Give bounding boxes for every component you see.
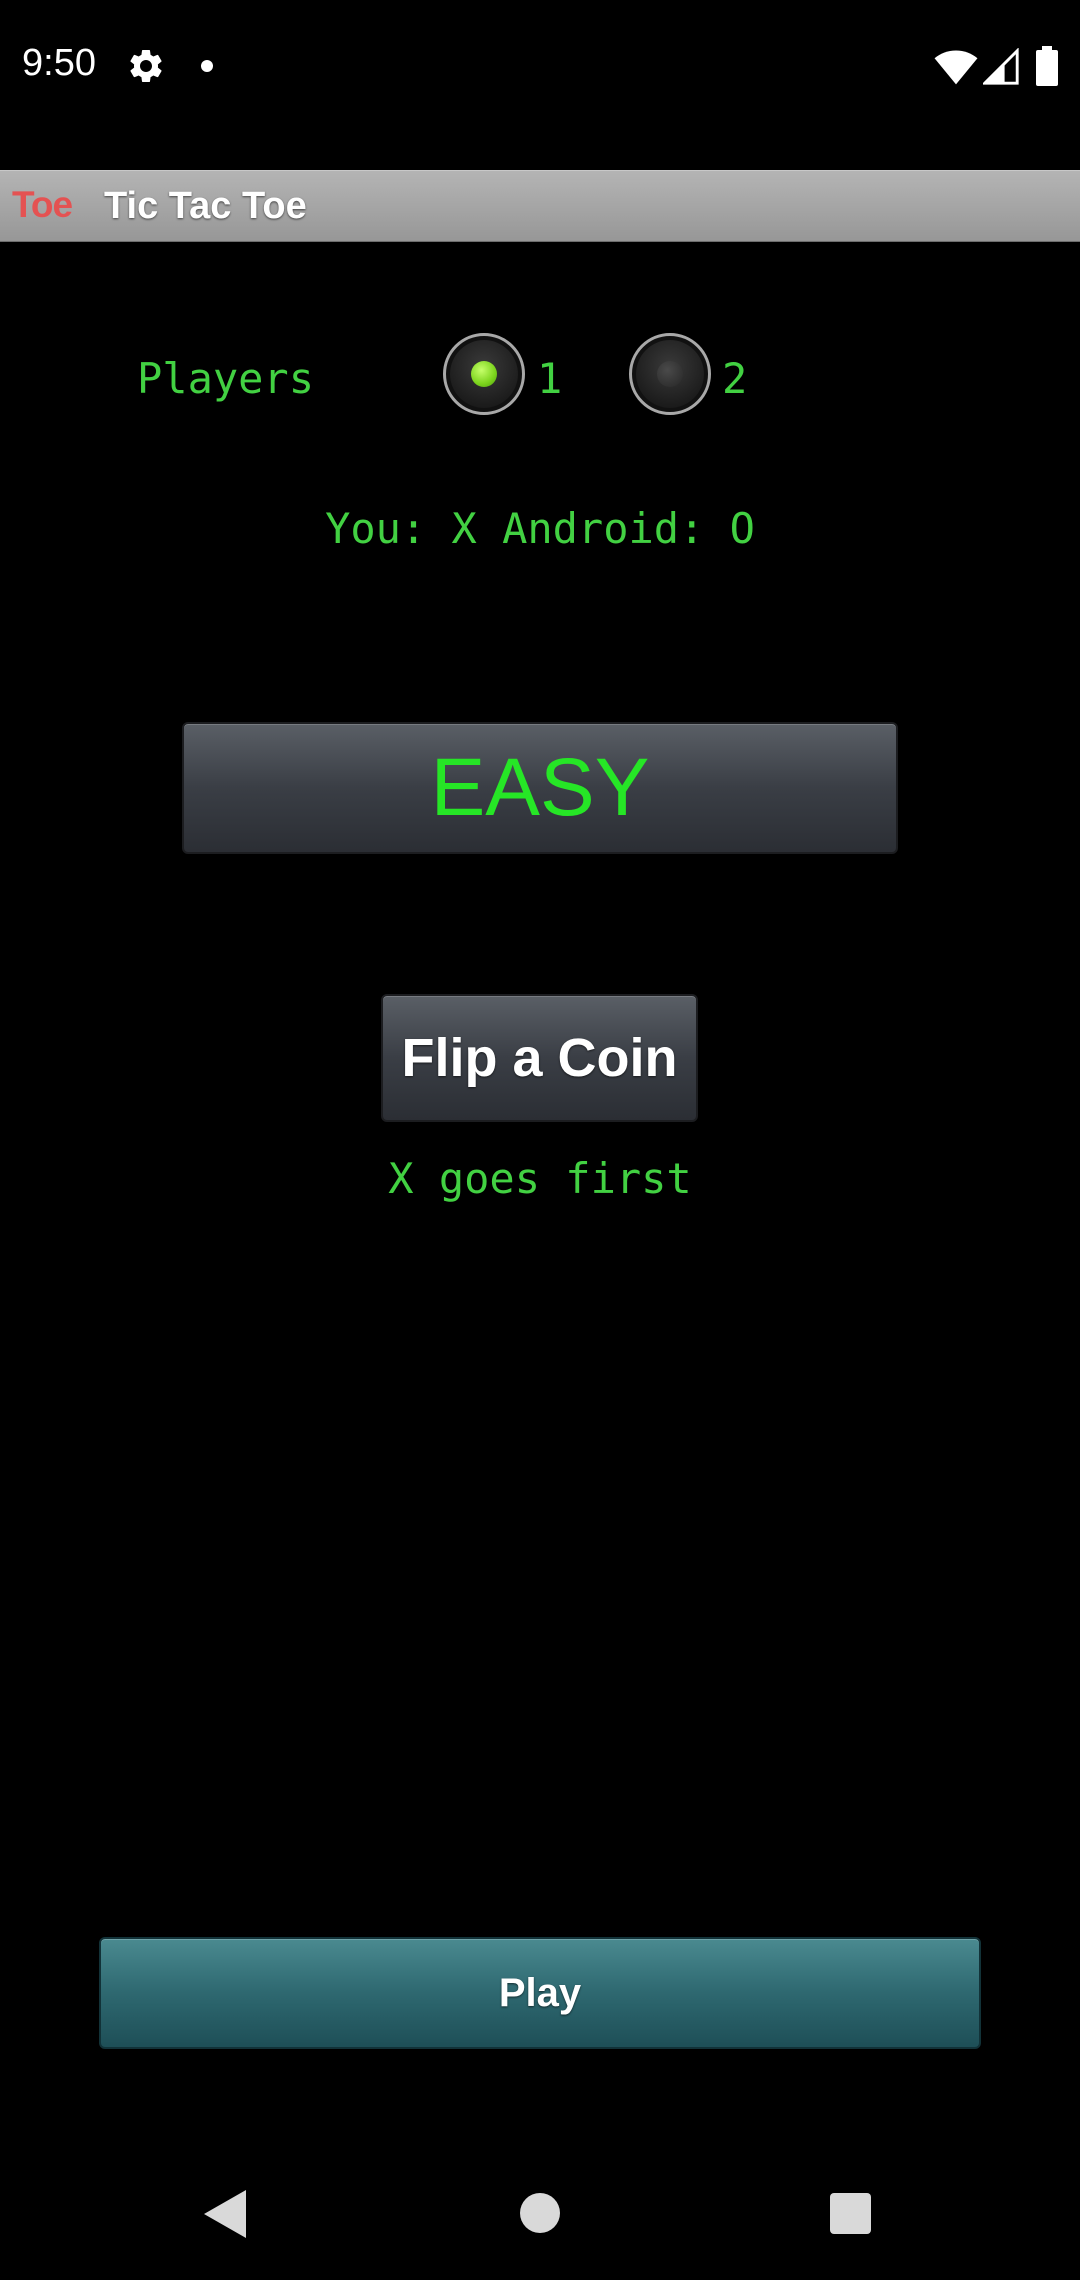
play-button[interactable]: Play	[99, 1937, 981, 2049]
flip-coin-button[interactable]: Flip a Coin	[381, 994, 698, 1122]
home-icon[interactable]	[520, 2193, 560, 2233]
players-2-radio[interactable]	[629, 333, 711, 415]
players-1-radio[interactable]	[443, 333, 525, 415]
gear-icon	[130, 49, 162, 82]
status-time: 9:50	[22, 42, 96, 84]
wifi-icon	[934, 50, 978, 85]
players-1-label[interactable]: 1	[537, 354, 562, 403]
matchup-text: You: X Android: O	[325, 504, 755, 553]
difficulty-button[interactable]: EASY	[182, 722, 898, 854]
recents-icon[interactable]	[830, 2193, 871, 2234]
title-bar: Toe Tic Tac Toe	[0, 170, 1080, 242]
back-icon[interactable]	[204, 2190, 246, 2238]
players-label: Players	[137, 354, 315, 403]
first-turn-text: X goes first	[388, 1154, 692, 1203]
players-2-label[interactable]: 2	[722, 354, 747, 403]
radio-selected-indicator	[471, 361, 497, 387]
app-logo: Toe	[12, 184, 73, 225]
battery-icon	[1036, 46, 1058, 86]
dot-icon	[201, 60, 213, 72]
signal-icon	[983, 48, 1019, 85]
app-title: Tic Tac Toe	[104, 185, 307, 227]
radio-unselected-indicator	[657, 361, 683, 387]
